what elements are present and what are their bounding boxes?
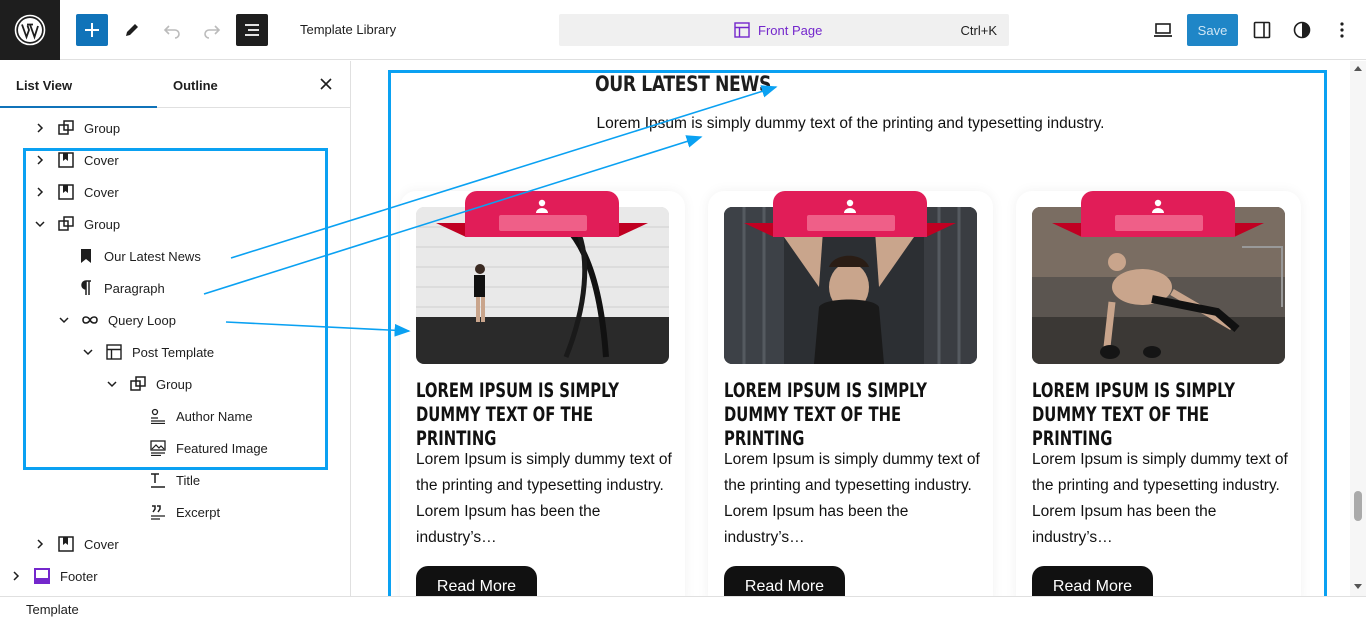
excerpt-icon xyxy=(148,502,168,522)
chevron-right-icon[interactable] xyxy=(32,536,48,552)
tree-item-label: Excerpt xyxy=(176,504,221,520)
document-overview-button[interactable] xyxy=(236,14,268,46)
add-block-button[interactable] xyxy=(76,14,108,46)
template-library-label[interactable]: Template Library xyxy=(300,22,396,37)
title-icon xyxy=(148,470,168,490)
shortcut-hint: Ctrl+K xyxy=(960,23,997,38)
more-vertical-icon xyxy=(1340,22,1344,38)
save-button[interactable]: Save xyxy=(1187,14,1238,46)
undo-button[interactable] xyxy=(156,14,188,46)
layout-icon xyxy=(734,22,750,38)
breadcrumb-item[interactable]: Template xyxy=(26,602,79,617)
canvas-highlight-box xyxy=(388,70,1327,603)
undo-icon xyxy=(163,25,180,39)
wordpress-icon xyxy=(14,14,46,46)
contrast-icon xyxy=(1293,21,1311,39)
tree-item-label: Title xyxy=(176,472,201,488)
scroll-thumb[interactable] xyxy=(1354,491,1362,521)
scroll-up-icon[interactable] xyxy=(1354,65,1362,71)
scroll-down-icon[interactable] xyxy=(1354,584,1362,590)
laptop-icon xyxy=(1154,23,1172,37)
active-tab-indicator xyxy=(0,106,157,108)
tab-list-view[interactable]: List View xyxy=(16,78,72,93)
pencil-icon xyxy=(126,24,138,36)
options-button[interactable] xyxy=(1326,14,1358,46)
tree-item-cover[interactable]: Cover xyxy=(32,528,119,560)
redo-button[interactable] xyxy=(196,14,228,46)
tree-item-footer[interactable]: Footer xyxy=(8,560,98,592)
settings-sidebar-button[interactable] xyxy=(1246,14,1278,46)
command-palette-bar[interactable]: Front Page Ctrl+K xyxy=(559,14,1009,46)
canvas-scrollbar[interactable] xyxy=(1350,61,1366,596)
tree-item-label: Footer xyxy=(60,568,98,584)
tree-item-label: Cover xyxy=(84,536,119,552)
cover-icon xyxy=(56,534,76,554)
tree-item-excerpt[interactable]: Excerpt xyxy=(151,496,221,528)
footer-icon xyxy=(32,566,52,586)
current-template-name: Front Page xyxy=(758,22,823,38)
sidebar-highlight-box xyxy=(23,148,328,470)
list-view-icon xyxy=(245,24,259,36)
editor-header: Template Library Front Page Ctrl+K Save xyxy=(0,0,1366,60)
redo-icon xyxy=(204,25,221,39)
wordpress-logo-button[interactable] xyxy=(0,0,60,60)
edit-tools-button[interactable] xyxy=(116,14,148,46)
preview-device-button[interactable] xyxy=(1147,14,1179,46)
sidebar-icon xyxy=(1253,21,1271,39)
styles-button[interactable] xyxy=(1286,14,1318,46)
chevron-right-icon[interactable] xyxy=(8,568,24,584)
plus-icon xyxy=(85,23,99,37)
command-center[interactable]: Front Page xyxy=(734,22,822,38)
block-breadcrumb-bar: Template xyxy=(0,596,1366,620)
